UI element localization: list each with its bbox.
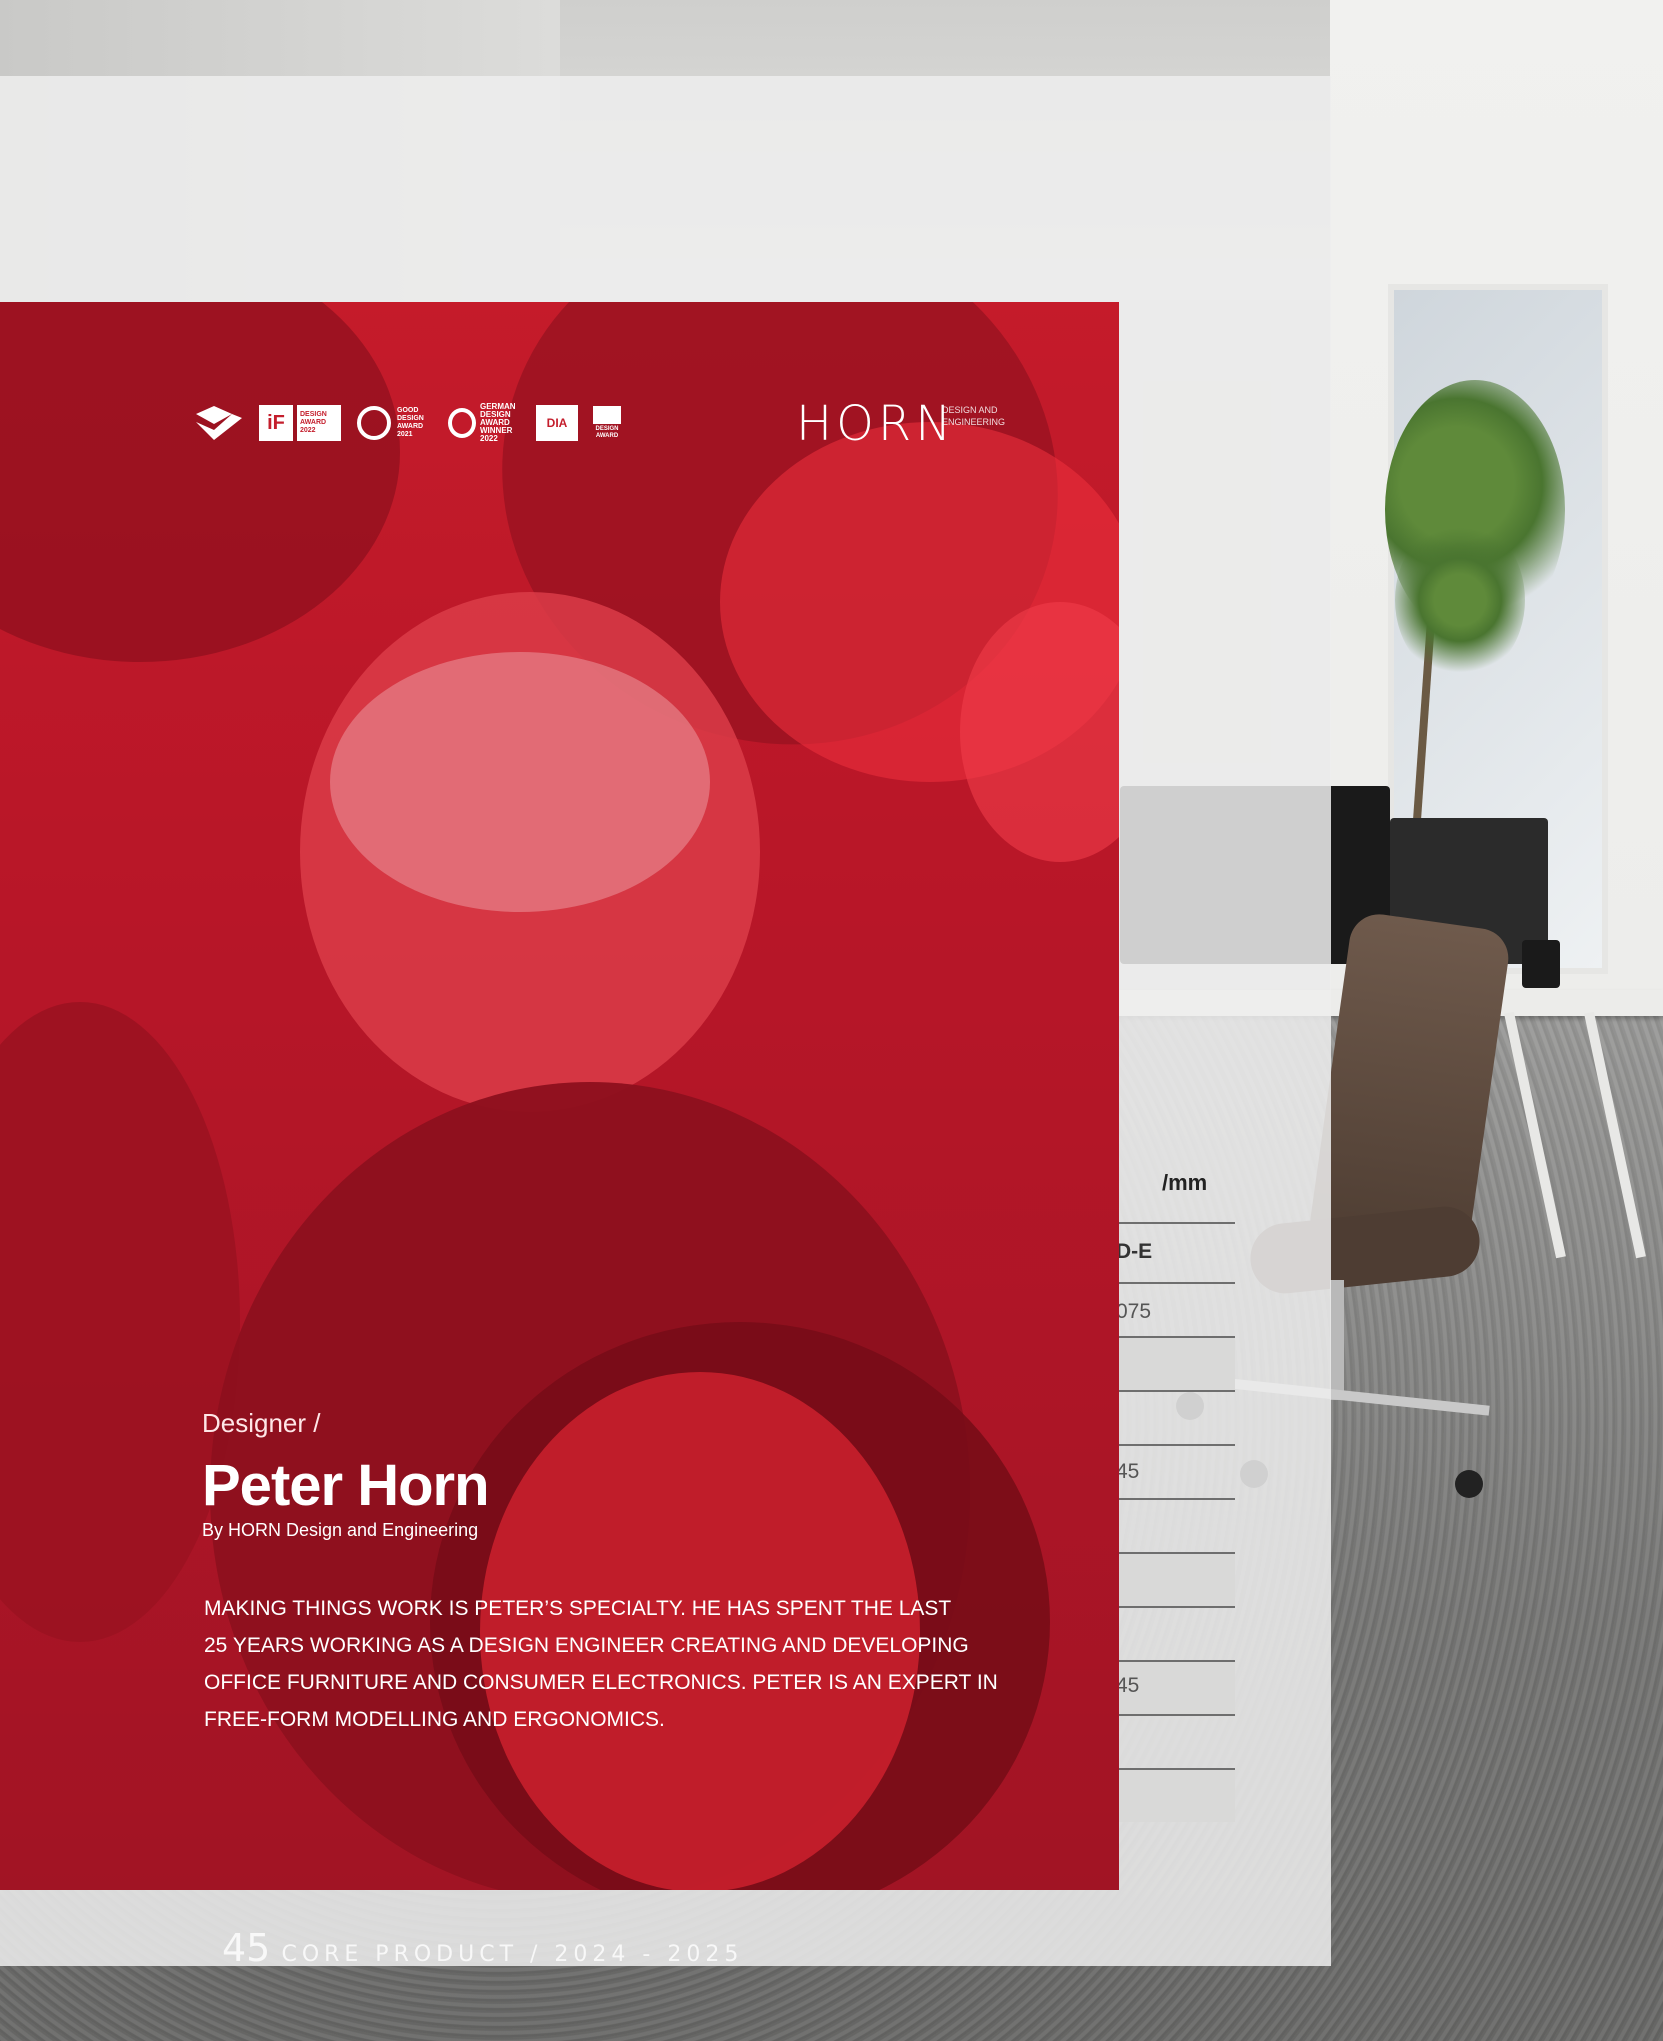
- bio-line: MAKING THINGS WORK IS PETER’S SPECIALTY.…: [204, 1597, 952, 1620]
- german-design-award-icon: GERMAN DESIGN AWARD WINNER 2022: [446, 403, 522, 443]
- horn-logo-subtitle: DESIGN AND ENGINEERING: [942, 405, 1006, 427]
- page-number: 45: [222, 1926, 271, 1970]
- bio-line: OFFICE FURNITURE AND CONSUMER ELECTRONIC…: [204, 1671, 998, 1694]
- good-design-award-icon: GOOD DESIGN AWARD 2021: [356, 404, 432, 442]
- designer-name: Peter Horn: [202, 1453, 490, 1518]
- designer-label: Designer /: [202, 1408, 321, 1438]
- spec-value: 075: [1116, 1300, 1152, 1323]
- horn-logo: HORN: [796, 396, 956, 452]
- award-logos: iF DESIGN AWARD 2022 GOOD DESIGN AWARD 2…: [194, 402, 622, 444]
- designer-byline: By HORN Design and Engineering: [202, 1520, 479, 1540]
- spec-table-header: /mm: [1162, 1170, 1208, 1195]
- spec-value: 45: [1116, 1460, 1140, 1483]
- bio-line: FREE-FORM MODELLING AND ERGONOMICS.: [204, 1708, 665, 1731]
- if-design-award-icon: iF DESIGN AWARD 2022: [258, 404, 342, 442]
- designer-bio: MAKING THINGS WORK IS PETER’S SPECIALTY.…: [204, 1590, 1024, 1738]
- page-footer: 45 CORE PRODUCT / 2024 - 2025: [222, 1926, 743, 1970]
- spec-value: 45: [1116, 1674, 1140, 1697]
- pen-cup: [1522, 940, 1560, 988]
- design-award-icon: DESIGN AWARD: [592, 404, 622, 442]
- red-dot-award-icon: [194, 404, 244, 442]
- bio-line: 25 YEARS WORKING AS A DESIGN ENGINEER CR…: [204, 1634, 969, 1657]
- designer-photo-panel: iF DESIGN AWARD 2022 GOOD DESIGN AWARD 2…: [0, 302, 1119, 1890]
- brochure-page: /mm D-E 075 45 45 iF DESIGN AWARD 2022 G…: [0, 76, 1331, 1966]
- footer-text: CORE PRODUCT / 2024 - 2025: [281, 1942, 744, 1967]
- spec-model: D-E: [1116, 1240, 1153, 1263]
- dia-award-icon: DIA: [536, 405, 578, 441]
